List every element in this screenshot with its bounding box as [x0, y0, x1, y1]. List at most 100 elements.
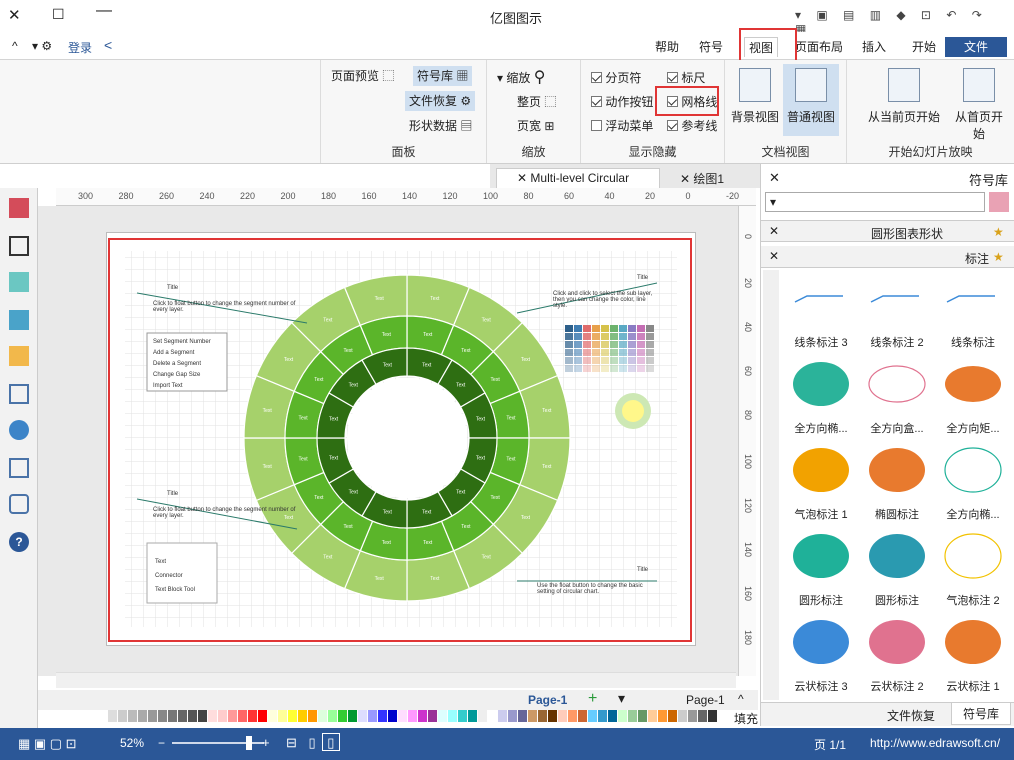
color-swatch[interactable]	[328, 710, 337, 722]
color-swatch[interactable]	[678, 710, 687, 722]
tab-page-layout[interactable]: 页面布局	[792, 37, 846, 57]
shape-data-button[interactable]: 形状数据 ▤	[409, 116, 472, 136]
comment-icon[interactable]	[9, 494, 29, 514]
color-swatch[interactable]	[298, 710, 307, 722]
shape-thumbnail[interactable]	[794, 295, 843, 303]
globe-icon[interactable]	[9, 420, 29, 440]
color-swatch[interactable]	[248, 710, 257, 722]
horizontal-scrollbar[interactable]	[56, 672, 736, 688]
tab-help[interactable]: 帮助	[650, 37, 684, 57]
color-swatch[interactable]	[378, 710, 387, 722]
whole-page-button[interactable]: 整页 ⬚	[517, 92, 556, 112]
guides-checkbox[interactable]: 参考线	[667, 116, 717, 136]
doc-tab-drawing-close[interactable]: ✕	[680, 172, 690, 186]
color-swatch[interactable]	[508, 710, 517, 722]
file-recovery-button[interactable]: 文件恢复 ⚙	[405, 91, 476, 111]
color-swatch[interactable]	[178, 710, 187, 722]
tab-symbols[interactable]: 符号	[694, 37, 728, 57]
color-swatch[interactable]	[478, 710, 487, 722]
color-swatch[interactable]	[568, 710, 577, 722]
image-tool-icon[interactable]	[9, 310, 29, 330]
background-view-button[interactable]: 背景视图	[727, 64, 783, 136]
login-link[interactable]: 登录	[68, 39, 92, 56]
page-tab-active[interactable]: Page-1	[528, 693, 567, 707]
doc-tab-drawing[interactable]: ✕ 绘图1	[680, 170, 724, 187]
shape-thumbnail[interactable]	[793, 534, 849, 578]
shape-thumbnail[interactable]	[793, 362, 849, 406]
zoom-out-icon[interactable]: −	[158, 736, 165, 750]
color-swatch[interactable]	[428, 710, 437, 722]
zoom-slider-thumb[interactable]	[246, 736, 252, 750]
layers-icon[interactable]	[9, 346, 29, 366]
color-swatch[interactable]	[648, 710, 657, 722]
line-tool-icon[interactable]	[9, 236, 29, 256]
shape-thumbnail[interactable]	[946, 295, 995, 303]
color-swatch[interactable]	[458, 710, 467, 722]
color-swatch[interactable]	[668, 710, 677, 722]
doc-tab-circular-close[interactable]: ✕	[517, 171, 527, 185]
shadow-tool-icon[interactable]	[9, 272, 29, 292]
page-tab-label-2[interactable]: Page-1	[686, 693, 725, 707]
color-swatch[interactable]	[628, 710, 637, 722]
ruler-checkbox[interactable]: 标尺	[667, 68, 705, 88]
color-swatch[interactable]	[258, 710, 267, 722]
color-swatch[interactable]	[268, 710, 277, 722]
group-2-close-icon[interactable]: ✕	[769, 249, 779, 263]
shape-thumbnail[interactable]	[793, 620, 849, 664]
color-swatch[interactable]	[118, 710, 127, 722]
color-swatch[interactable]	[398, 710, 407, 722]
color-swatch[interactable]	[138, 710, 147, 722]
color-swatch[interactable]	[658, 710, 667, 722]
color-swatch[interactable]	[538, 710, 547, 722]
shape-thumbnail[interactable]	[944, 533, 1002, 579]
color-swatch[interactable]	[588, 710, 597, 722]
color-swatch[interactable]	[468, 710, 477, 722]
group-header-2[interactable]: ✕ 标注 ★	[761, 246, 1014, 268]
from-first-button[interactable]: 从首页开始	[951, 64, 1007, 141]
color-swatch[interactable]	[528, 710, 537, 722]
grid-view-icon[interactable]: ▦ ▣ ▢ ⊡	[18, 736, 77, 752]
doc-tab-circular[interactable]: ✕ Multi-level Circular	[496, 168, 660, 188]
color-swatch[interactable]	[338, 710, 347, 722]
pagebreak-checkbox[interactable]: 分页符	[591, 68, 641, 88]
color-swatch[interactable]	[168, 710, 177, 722]
color-swatch[interactable]	[288, 710, 297, 722]
color-swatch[interactable]	[318, 710, 327, 722]
zoom-button[interactable]: ▾ 缩放 ⚲	[497, 68, 545, 88]
color-swatch[interactable]	[698, 710, 707, 722]
color-swatch[interactable]	[598, 710, 607, 722]
color-swatch[interactable]	[418, 710, 427, 722]
bottom-tab-recovery[interactable]: 文件恢复	[887, 707, 935, 724]
shape-thumbnail[interactable]	[869, 448, 925, 492]
color-swatch[interactable]	[498, 710, 507, 722]
color-swatch[interactable]	[348, 710, 357, 722]
color-swatch[interactable]	[358, 710, 367, 722]
zoom-in-icon[interactable]: +	[262, 735, 270, 750]
zoom-level[interactable]: 52%	[120, 736, 144, 750]
color-swatch[interactable]	[208, 710, 217, 722]
symbols-panel-button[interactable]: 符号库 ▦	[413, 66, 473, 86]
shape-thumbnail[interactable]	[945, 366, 1001, 402]
tab-file[interactable]: 文件	[945, 37, 1007, 57]
page-nav-icon[interactable]: ^	[738, 692, 744, 706]
minimize-icon[interactable]: —	[96, 2, 112, 20]
symbol-search-input[interactable]: ▾	[765, 192, 985, 212]
color-swatch[interactable]	[188, 710, 197, 722]
color-swatch[interactable]	[608, 710, 617, 722]
page-dropdown-icon[interactable]: ▾	[618, 690, 625, 707]
page-width-button[interactable]: 页宽 ⊞	[517, 116, 554, 136]
panel-close-icon[interactable]: ✕	[769, 170, 780, 186]
color-swatch[interactable]	[388, 710, 397, 722]
color-palette-bar[interactable]	[108, 710, 760, 724]
color-swatch[interactable]	[368, 710, 377, 722]
color-swatch[interactable]	[238, 710, 247, 722]
float-menu-checkbox[interactable]: 浮动菜单	[591, 116, 653, 136]
panel-scrollbar[interactable]	[763, 270, 779, 700]
color-swatch[interactable]	[448, 710, 457, 722]
color-swatch[interactable]	[408, 710, 417, 722]
website-url[interactable]: http://www.edrawsoft.cn/	[870, 736, 1000, 750]
shape-thumbnail[interactable]	[869, 620, 925, 664]
group-1-close-icon[interactable]: ✕	[769, 224, 779, 238]
action-button-checkbox[interactable]: 动作按钮	[591, 92, 653, 112]
color-swatch[interactable]	[148, 710, 157, 722]
